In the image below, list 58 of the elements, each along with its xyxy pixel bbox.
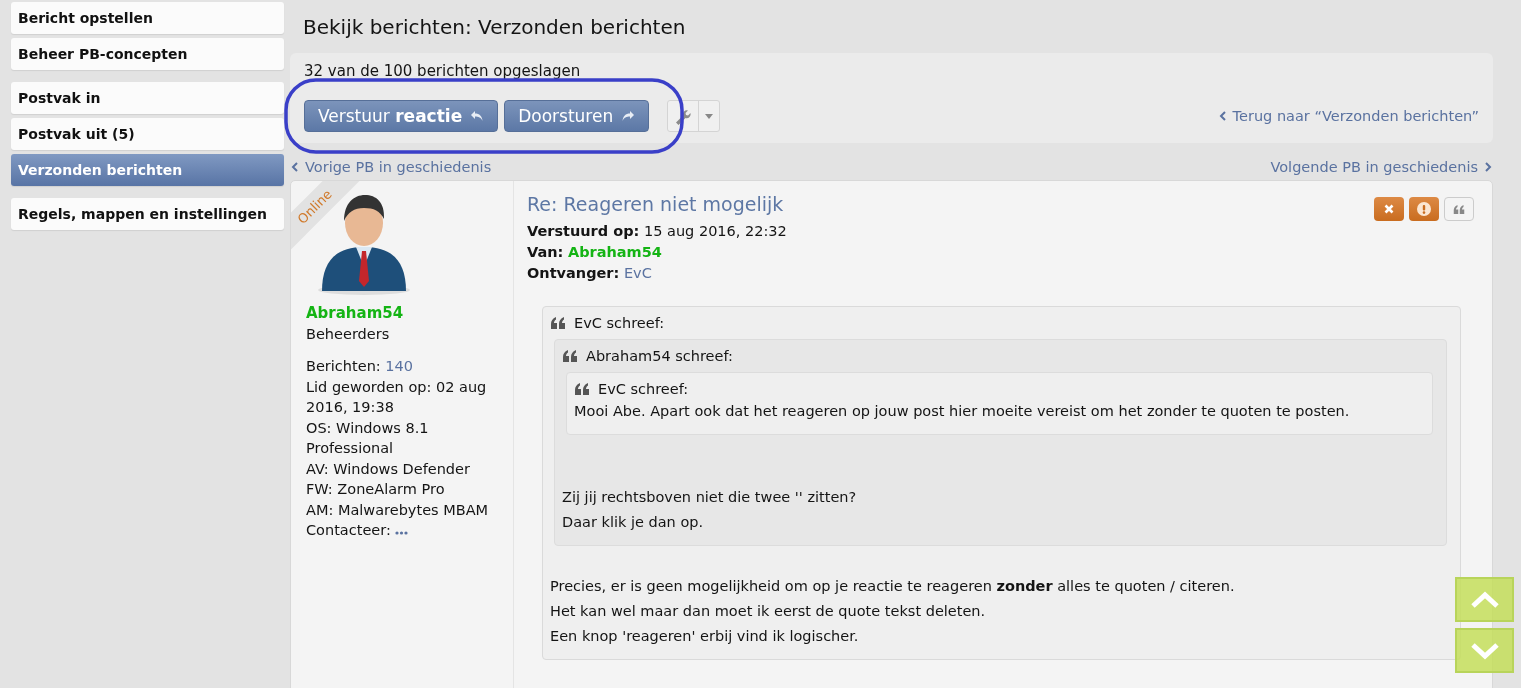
previous-message-link[interactable]: Vorige PB in geschiedenis [291, 159, 492, 175]
message-text: Daar klik je dan op. [562, 513, 705, 532]
report-button[interactable] [1409, 197, 1439, 221]
scroll-down-button[interactable] [1455, 628, 1514, 673]
scroll-up-button[interactable] [1455, 577, 1514, 622]
chevron-right-icon [1485, 162, 1492, 172]
sidebar-item[interactable]: Regels, mappen en instellingen [11, 198, 284, 230]
sidebar-item[interactable]: Beheer PB-concepten [11, 38, 284, 70]
message-text: Zij jij rechtsboven niet die twee '' zitten? [562, 488, 858, 507]
profile-field: OS: Windows 8.1 Professional [306, 417, 505, 459]
profile-field: AV: Windows Defender [306, 458, 505, 479]
message-count: 32 van de 100 berichten opgeslagen [304, 62, 582, 80]
quote-mark-icon [1453, 204, 1465, 214]
exclamation-icon [1417, 202, 1431, 216]
post-title[interactable]: Re: Reageren niet mogelijk [527, 193, 787, 215]
author-name[interactable]: Abraham54 [306, 303, 505, 324]
more-icon[interactable] [395, 531, 409, 535]
page-title: Bekijk berichten: Verzonden berichten [303, 15, 687, 39]
chevron-left-icon [291, 162, 298, 172]
message-text: Een knop 'reageren' erbij vind ik logischer. [550, 627, 860, 646]
profile-label: Contacteer: [306, 522, 391, 538]
forward-button[interactable]: Doorsturen [504, 100, 650, 132]
forward-arrow-icon [621, 110, 636, 122]
profile-field: Lid geworden op: 02 aug 2016, 19:38 [306, 376, 505, 418]
sidebar-item[interactable]: Postvak uit (5) [11, 118, 284, 150]
post-count-link[interactable]: 140 [385, 358, 413, 374]
profile-field: AM: Malwarebytes MBAM [306, 499, 505, 520]
message-text: Mooi Abe. Apart ook dat het reageren op jouw post hier moeite vereist om het zonder te quoten te posten. [574, 402, 1351, 421]
profile-label: Berichten: [306, 358, 381, 374]
author-rank: Beheerders [306, 324, 391, 344]
post-meta-line: Verstuurd op: 15 aug 2016, 22:32 [527, 222, 787, 241]
back-link[interactable]: Terug naar “Verzonden berichten” [1218, 108, 1479, 124]
quote-mark-icon [550, 317, 566, 329]
tools-dropdown[interactable] [667, 100, 721, 132]
post-meta-line: Ontvanger: EvC [527, 264, 653, 283]
chevron-up-icon [1469, 590, 1500, 609]
next-message-link[interactable]: Volgende PB in geschiedenis [1270, 159, 1492, 175]
quote-mark-icon [574, 383, 590, 395]
reply-button[interactable]: Verstuur reactie [304, 100, 499, 132]
reply-arrow-icon [470, 110, 485, 122]
sidebar-item[interactable]: Verzonden berichten [11, 154, 284, 186]
quote-author: EvC schreef: [574, 315, 665, 331]
caret-icon [705, 113, 714, 119]
wrench-icon [674, 107, 693, 125]
chevron-down-icon [1469, 641, 1500, 660]
chevron-left-icon [1218, 111, 1226, 121]
delete-button[interactable] [1374, 197, 1404, 221]
close-icon [1384, 204, 1394, 214]
profile-field: FW: ZoneAlarm Pro [306, 479, 505, 500]
quote-mark-icon [562, 350, 578, 362]
quote-button[interactable] [1444, 197, 1474, 221]
message-text: Het kan wel maar dan moet ik eerst de quote tekst deleten. [550, 602, 987, 621]
quote-author: Abraham54 schreef: [586, 348, 733, 364]
message-text: Precies, er is geen mogelijkheid om op je reactie te reageren zonder alles te quoten / citeren. [550, 577, 1236, 596]
post-meta-line: Van: Abraham54 [527, 243, 663, 262]
sidebar-item[interactable]: Bericht opstellen [11, 2, 284, 34]
sidebar-item[interactable]: Postvak in [11, 82, 284, 114]
quote-author: EvC schreef: [598, 381, 689, 397]
